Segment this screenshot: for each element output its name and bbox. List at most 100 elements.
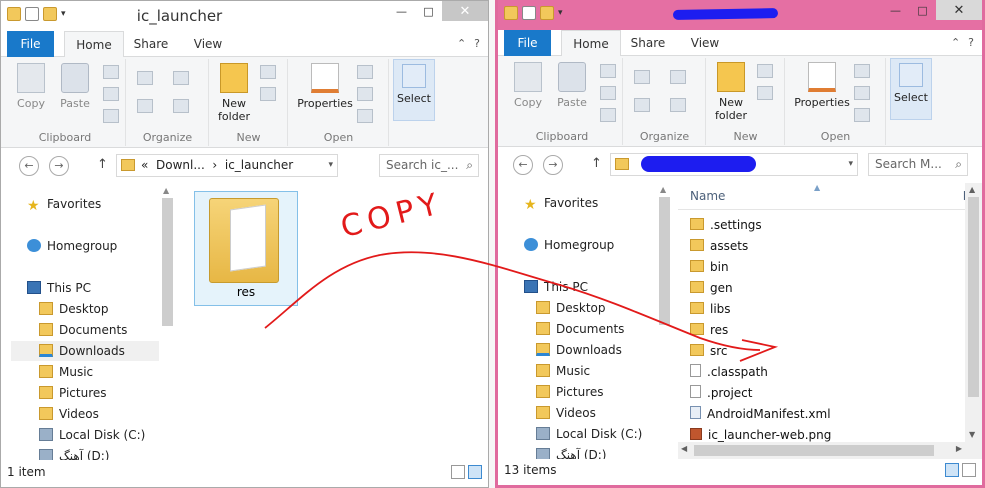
file-row-res[interactable]: res۲ — [690, 320, 978, 341]
nav-favorites[interactable]: ★ Favorites — [27, 194, 101, 214]
collapse-ribbon-icon[interactable]: ⌃ — [951, 36, 960, 49]
file-row-classpath[interactable]: .classpath۲ — [690, 362, 978, 383]
select-button[interactable]: Select — [393, 59, 435, 121]
minimize-button[interactable]: — — [388, 1, 415, 21]
properties-qat-icon[interactable] — [522, 6, 536, 20]
nav-music[interactable]: Music — [536, 361, 590, 381]
scroll-down-icon[interactable]: ▼ — [969, 430, 975, 439]
copy-to-icon[interactable] — [634, 98, 650, 112]
file-row-project[interactable]: .project۲ — [690, 383, 978, 404]
scroll-up-icon[interactable]: ▲ — [660, 185, 666, 194]
paste-button[interactable]: Paste — [552, 62, 592, 109]
nav-desktop[interactable]: Desktop — [536, 298, 606, 318]
paste-button[interactable]: Paste — [55, 63, 95, 110]
help-icon[interactable]: ? — [968, 36, 974, 49]
tab-file[interactable]: File — [504, 30, 551, 56]
new-folder-button[interactable]: New folder — [711, 62, 751, 122]
title-bar[interactable]: ▾ — □ ✕ — [498, 0, 982, 30]
nav-this-pc[interactable]: This PC — [524, 277, 588, 297]
minimize-button[interactable]: — — [882, 0, 909, 20]
cut-icon[interactable] — [103, 65, 119, 79]
back-button[interactable]: ← — [19, 156, 39, 176]
tab-share[interactable]: Share — [126, 31, 176, 57]
large-icons-view-icon[interactable] — [468, 465, 482, 479]
paste-shortcut-icon[interactable] — [103, 109, 119, 123]
scrollbar-thumb[interactable] — [968, 197, 979, 397]
file-row-assets[interactable]: assets۲ — [690, 236, 978, 257]
scroll-right-icon[interactable]: ▶ — [956, 444, 962, 453]
collapse-ribbon-icon[interactable]: ⌃ — [457, 37, 466, 50]
back-button[interactable]: ← — [513, 155, 533, 175]
copy-button[interactable]: Copy — [508, 62, 548, 109]
nav-local-disk[interactable]: Local Disk (C:) — [536, 424, 642, 444]
title-bar[interactable]: ▾ ic_launcher — □ ✕ — [1, 1, 488, 31]
scroll-up-icon[interactable]: ▲ — [163, 186, 169, 195]
nav-downloads[interactable]: Downloads — [11, 341, 159, 361]
scrollbar-thumb[interactable] — [162, 198, 173, 326]
new-folder-button[interactable]: New folder — [214, 63, 254, 123]
nav-pictures[interactable]: Pictures — [39, 383, 107, 403]
search-input[interactable]: Search ic_... ⌕ — [379, 154, 479, 177]
tab-share[interactable]: Share — [623, 30, 673, 56]
nav-favorites[interactable]: ★ Favorites — [524, 193, 598, 213]
scroll-left-icon[interactable]: ◀ — [681, 444, 687, 453]
move-to-icon[interactable] — [634, 70, 650, 84]
details-view-icon[interactable] — [945, 463, 959, 477]
large-icons-view-icon[interactable] — [962, 463, 976, 477]
nav-drive-d[interactable]: آهنگ (D:) — [536, 445, 607, 459]
close-button[interactable]: ✕ — [936, 0, 982, 20]
easy-access-icon[interactable] — [260, 87, 276, 101]
up-button[interactable]: ↑ — [97, 157, 108, 172]
tab-home[interactable]: Home — [561, 30, 621, 57]
move-to-icon[interactable] — [137, 71, 153, 85]
edit-icon[interactable] — [854, 86, 870, 100]
address-bar[interactable]: ▾ — [610, 153, 858, 176]
file-row-gen[interactable]: gen۲ — [690, 278, 978, 299]
new-item-icon[interactable] — [757, 64, 773, 78]
delete-icon[interactable] — [173, 71, 189, 85]
new-folder-qat-icon[interactable] — [540, 6, 554, 20]
delete-icon[interactable] — [670, 70, 686, 84]
history-icon[interactable] — [357, 109, 373, 123]
copy-button[interactable]: Copy — [11, 63, 51, 110]
file-row-bin[interactable]: bin۲ — [690, 257, 978, 278]
nav-downloads[interactable]: Downloads — [536, 340, 622, 360]
tab-file[interactable]: File — [7, 31, 54, 57]
nav-homegroup[interactable]: Homegroup — [27, 236, 117, 256]
nav-music[interactable]: Music — [39, 362, 93, 382]
close-button[interactable]: ✕ — [442, 1, 488, 21]
copy-to-icon[interactable] — [137, 99, 153, 113]
easy-access-icon[interactable] — [757, 86, 773, 100]
open-icon[interactable] — [854, 64, 870, 78]
horizontal-scrollbar[interactable]: ◀ ▶ — [678, 442, 965, 459]
chevron-down-icon[interactable]: ▾ — [328, 155, 333, 176]
column-name[interactable]: Name — [690, 189, 725, 203]
chevron-down-icon[interactable]: ▾ — [558, 8, 563, 18]
scrollbar-thumb[interactable] — [694, 445, 934, 456]
file-row-src[interactable]: src۲ — [690, 341, 978, 362]
tab-view[interactable]: View — [680, 30, 730, 56]
forward-button[interactable]: → — [49, 156, 69, 176]
breadcrumb-downloads[interactable]: Downl... — [156, 158, 205, 172]
scrollbar-thumb[interactable] — [659, 197, 670, 325]
file-row-androidmanifest-xml[interactable]: AndroidManifest.xml۲ — [690, 404, 978, 425]
nav-drive-d[interactable]: آهنگ (D:) — [39, 446, 110, 460]
rename-icon[interactable] — [670, 98, 686, 112]
open-icon[interactable] — [357, 65, 373, 79]
copy-path-icon[interactable] — [600, 86, 616, 100]
nav-local-disk[interactable]: Local Disk (C:) — [39, 425, 145, 445]
breadcrumb-ic-launcher[interactable]: ic_launcher — [225, 158, 293, 172]
details-view-icon[interactable] — [451, 465, 465, 479]
up-button[interactable]: ↑ — [591, 156, 602, 171]
help-icon[interactable]: ? — [474, 37, 480, 50]
new-item-icon[interactable] — [260, 65, 276, 79]
chevron-down-icon[interactable]: ▾ — [848, 154, 853, 175]
nav-documents[interactable]: Documents — [536, 319, 624, 339]
nav-pictures[interactable]: Pictures — [536, 382, 604, 402]
address-bar[interactable]: « Downl... › ic_launcher ▾ — [116, 154, 338, 177]
nav-scrollbar[interactable]: ▲ — [656, 183, 673, 459]
copy-path-icon[interactable] — [103, 87, 119, 101]
tab-home[interactable]: Home — [64, 31, 124, 58]
nav-videos[interactable]: Videos — [536, 403, 596, 423]
nav-documents[interactable]: Documents — [39, 320, 127, 340]
